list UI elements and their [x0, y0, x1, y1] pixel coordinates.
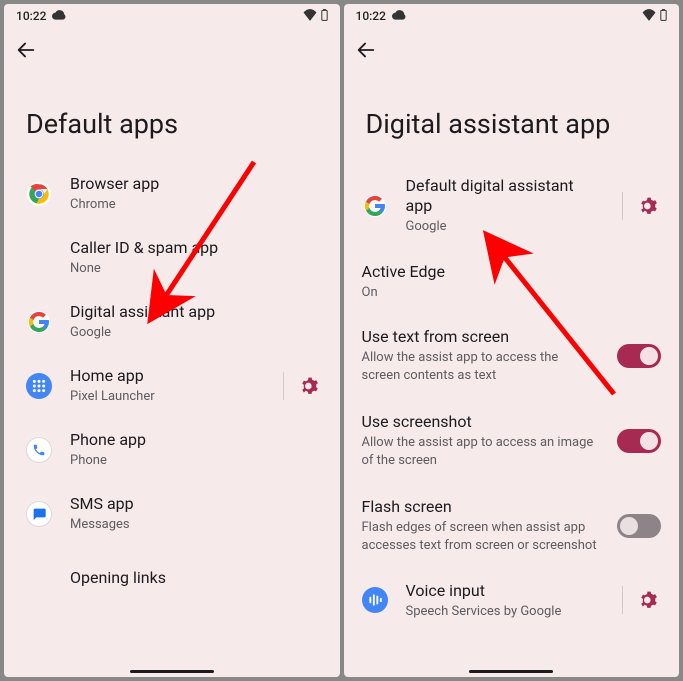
- row-sublabel: Allow the assist app to access an image …: [362, 434, 600, 469]
- status-time: 10:22: [16, 9, 46, 23]
- row-voice-input[interactable]: Voice input Speech Services by Google: [344, 568, 680, 632]
- row-opening-links[interactable]: Opening links: [4, 546, 340, 610]
- settings-list: Browser app Chrome Caller ID & spam app …: [4, 162, 340, 663]
- wifi-icon: [642, 9, 656, 24]
- battery-icon: [321, 9, 328, 24]
- back-button[interactable]: [354, 38, 378, 62]
- row-label: Voice input: [406, 581, 605, 601]
- left-screen: 10:22 Default apps Browser app: [4, 4, 340, 677]
- row-home-app[interactable]: Home app Pixel Launcher: [4, 354, 340, 418]
- row-sublabel: On: [362, 284, 662, 302]
- row-sublabel: None: [70, 260, 322, 278]
- speech-icon: [362, 587, 388, 613]
- nav-bar: [4, 663, 340, 677]
- row-label: SMS app: [70, 494, 322, 514]
- page-title: Default apps: [4, 72, 340, 162]
- switch-flash-screen[interactable]: [617, 514, 661, 538]
- right-screen: 10:22 Digital assistant app Default d: [344, 4, 680, 677]
- row-sublabel: Pixel Launcher: [70, 388, 265, 406]
- chrome-icon: [26, 181, 52, 207]
- row-label: Phone app: [70, 430, 322, 450]
- row-sublabel: Google: [70, 324, 322, 342]
- toolbar: [344, 28, 680, 72]
- toolbar: [4, 28, 340, 72]
- row-phone-app[interactable]: Phone app Phone: [4, 418, 340, 482]
- row-caller-id[interactable]: Caller ID & spam app None: [4, 226, 340, 290]
- row-label: Use screenshot: [362, 412, 600, 432]
- row-sublabel: Google: [406, 218, 605, 236]
- row-label: Browser app: [70, 174, 322, 194]
- divider: [622, 586, 623, 614]
- nav-handle[interactable]: [469, 670, 553, 673]
- row-flash-screen[interactable]: Flash screen Flash edges of screen when …: [344, 483, 680, 568]
- gear-icon[interactable]: [298, 374, 322, 398]
- google-g-icon: [26, 309, 52, 335]
- messages-icon: [26, 501, 52, 527]
- gear-icon[interactable]: [637, 194, 661, 218]
- page-title: Digital assistant app: [344, 72, 680, 162]
- battery-icon: [660, 9, 667, 24]
- row-label: Caller ID & spam app: [70, 238, 322, 258]
- nav-bar: [344, 663, 680, 677]
- row-sublabel: Allow the assist app to access the scree…: [362, 349, 600, 384]
- row-active-edge[interactable]: Active Edge On: [344, 250, 680, 314]
- row-label: Digital assistant app: [70, 302, 322, 322]
- status-bar: 10:22: [344, 4, 680, 28]
- row-browser-app[interactable]: Browser app Chrome: [4, 162, 340, 226]
- nav-handle[interactable]: [130, 670, 214, 673]
- status-time: 10:22: [356, 9, 386, 23]
- switch-use-screenshot[interactable]: [617, 429, 661, 453]
- divider: [283, 372, 284, 400]
- row-label: Opening links: [70, 568, 322, 588]
- status-bar: 10:22: [4, 4, 340, 28]
- cloud-icon: [392, 9, 406, 23]
- back-button[interactable]: [14, 38, 38, 62]
- row-digital-assistant[interactable]: Digital assistant app Google: [4, 290, 340, 354]
- row-sms-app[interactable]: SMS app Messages: [4, 482, 340, 546]
- row-label: Default digital assistant app: [406, 176, 605, 216]
- google-g-icon: [362, 193, 388, 219]
- row-use-text[interactable]: Use text from screen Allow the assist ap…: [344, 313, 680, 398]
- row-label: Use text from screen: [362, 327, 600, 347]
- row-sublabel: Chrome: [70, 196, 322, 214]
- cloud-icon: [52, 9, 66, 23]
- apps-grid-icon: [26, 373, 52, 399]
- switch-use-text[interactable]: [617, 344, 661, 368]
- row-sublabel: Messages: [70, 516, 322, 534]
- row-label: Active Edge: [362, 262, 662, 282]
- row-sublabel: Flash edges of screen when assist app ac…: [362, 519, 600, 554]
- row-use-screenshot[interactable]: Use screenshot Allow the assist app to a…: [344, 398, 680, 483]
- phone-icon: [26, 437, 52, 463]
- row-label: Home app: [70, 366, 265, 386]
- row-label: Flash screen: [362, 497, 600, 517]
- settings-list: Default digital assistant app Google Act…: [344, 162, 680, 663]
- row-sublabel: Phone: [70, 452, 322, 470]
- row-sublabel: Speech Services by Google: [406, 603, 605, 621]
- wifi-icon: [303, 9, 317, 24]
- row-default-assistant[interactable]: Default digital assistant app Google: [344, 162, 680, 250]
- gear-icon[interactable]: [637, 588, 661, 612]
- divider: [622, 192, 623, 220]
